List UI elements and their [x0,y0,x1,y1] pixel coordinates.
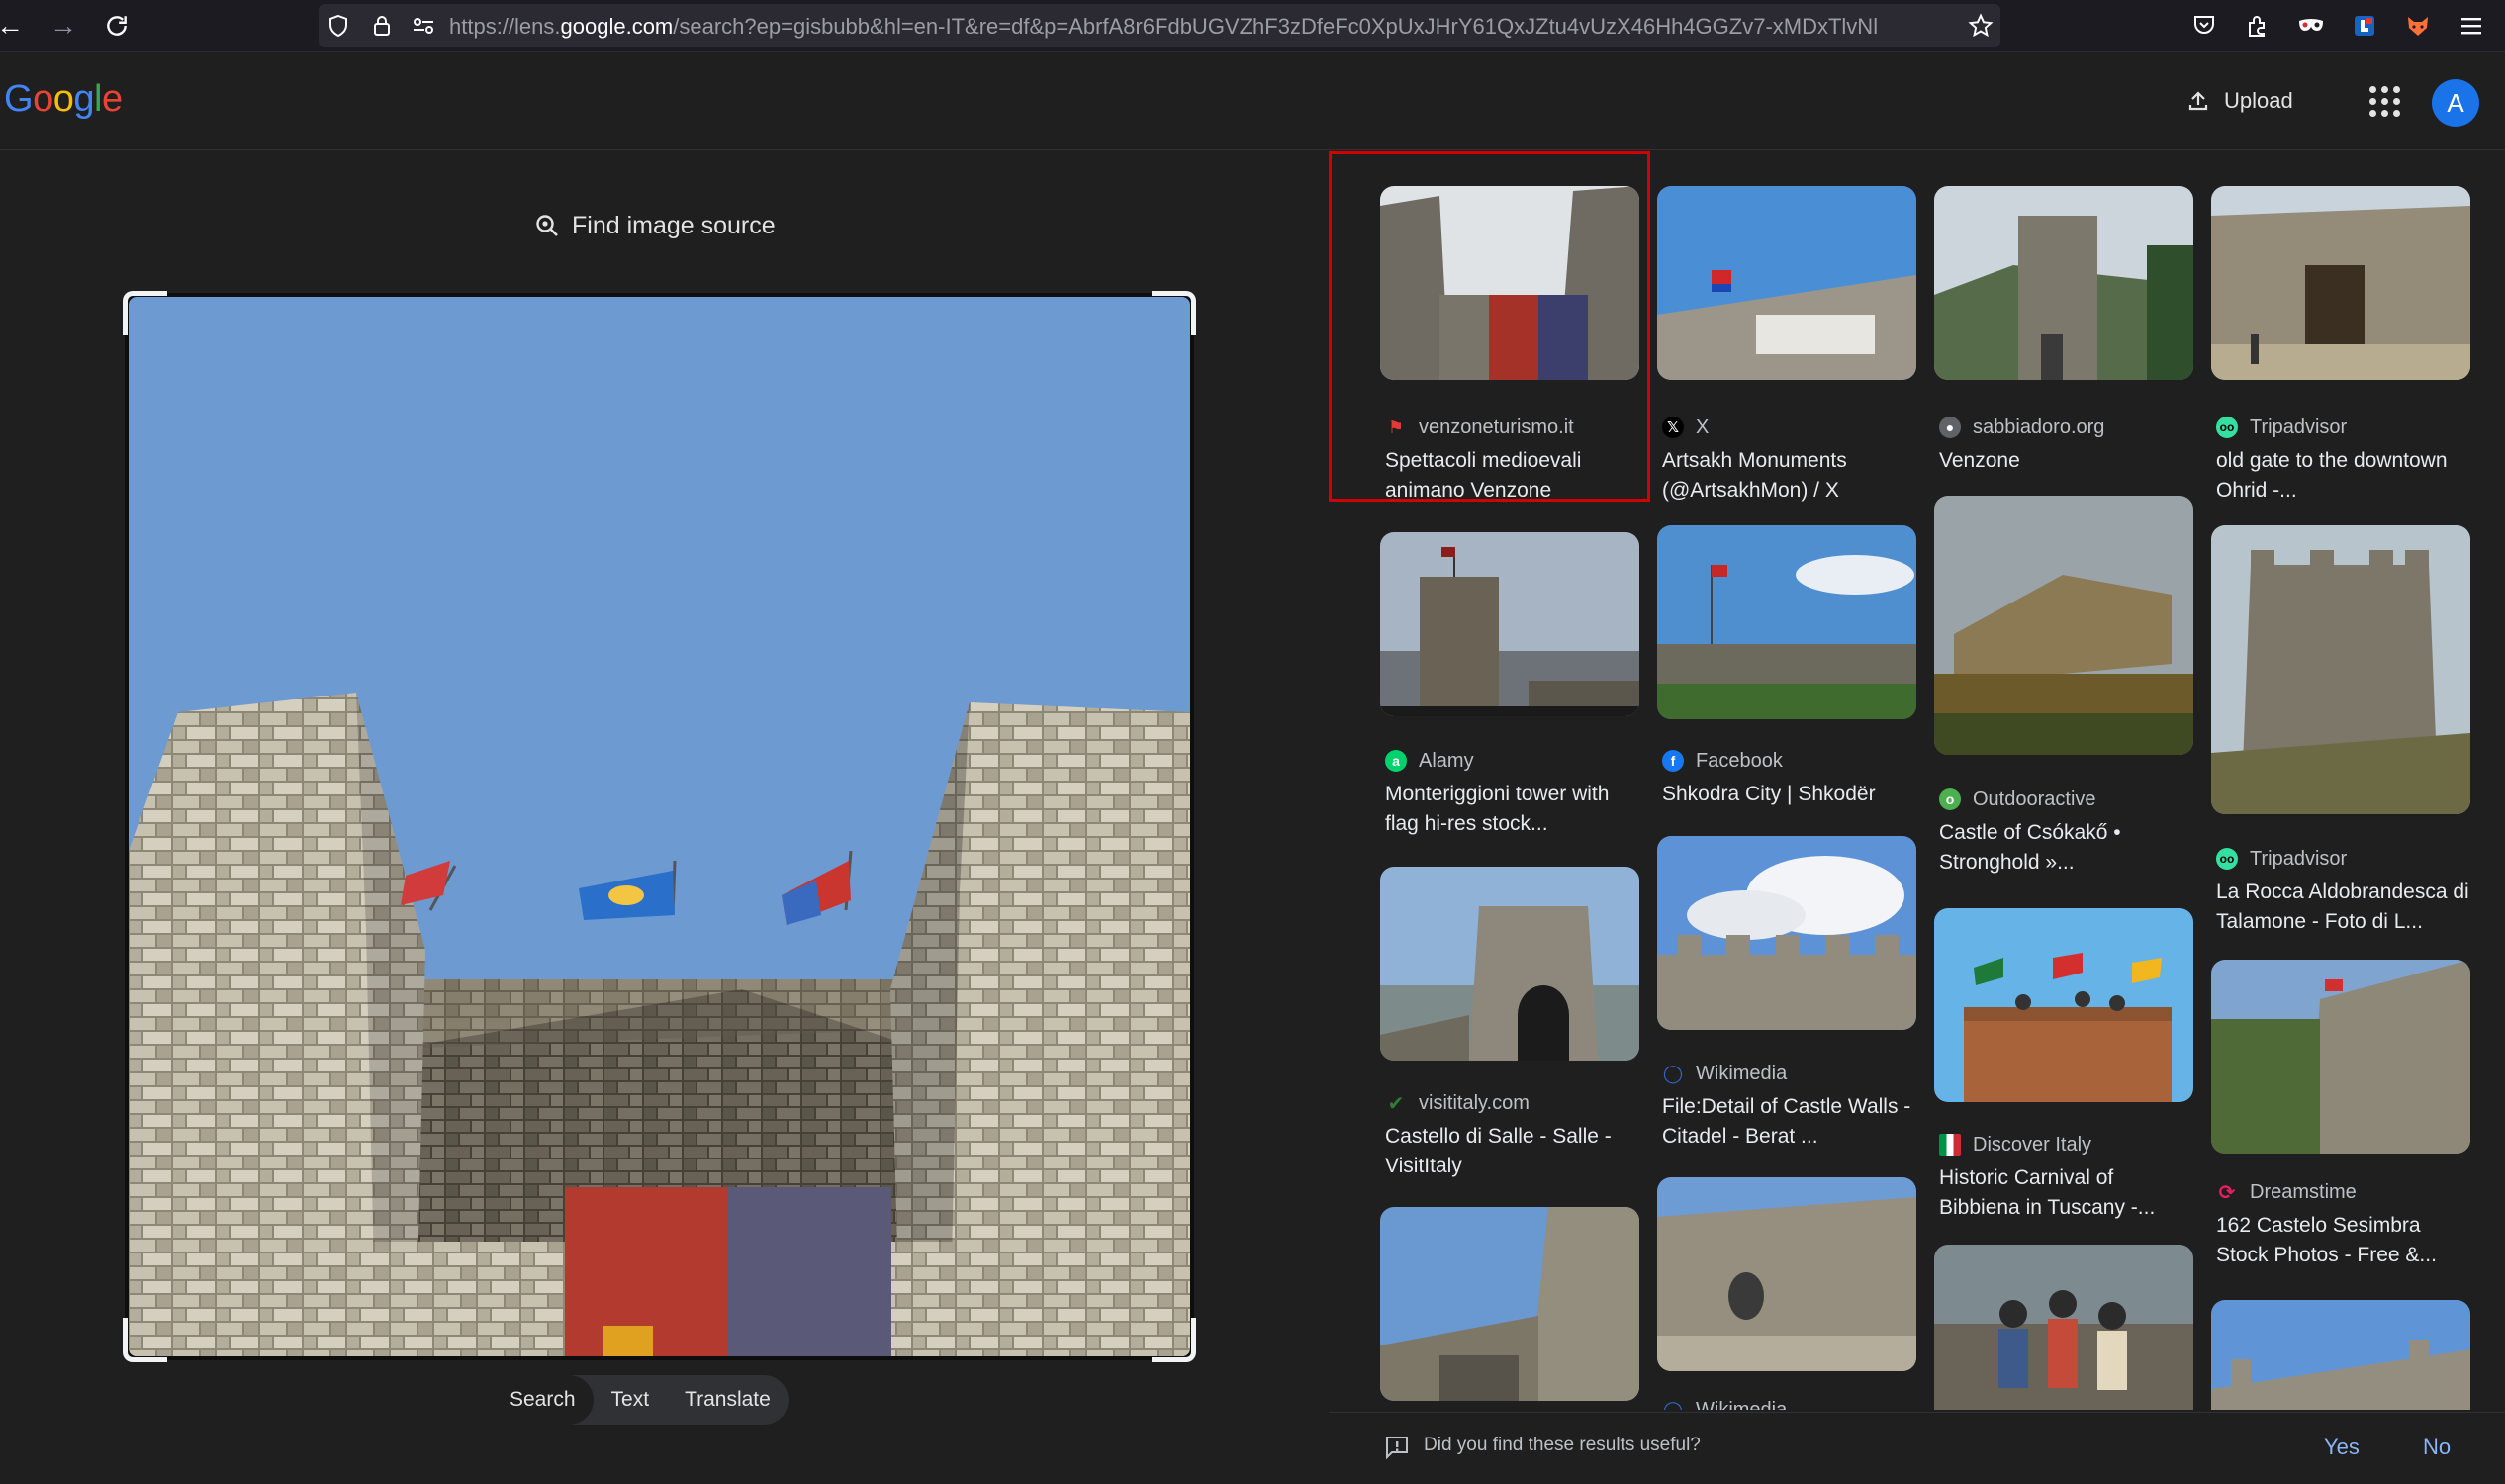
feedback-question: Did you find these results useful? [1424,1435,1701,1455]
result-thumbnail[interactable] [2211,1300,2470,1410]
result-title[interactable]: 162 Castelo Sesimbra Stock Photos - Free… [2216,1211,2469,1270]
reload-icon[interactable] [99,8,135,44]
lens-mode-tabs: Search Text Translate [492,1375,789,1425]
fox-extension-icon[interactable] [2400,8,2436,44]
result-thumbnail[interactable] [1380,1207,1639,1401]
x-favicon-icon: 𝕏 [1662,417,1684,438]
upload-label: Upload [2224,88,2293,113]
result-source: 𝕏X [1662,413,1709,442]
result-thumbnail[interactable] [1934,186,2193,380]
result-title[interactable]: Shkodra City | Shkodër [1662,780,1915,809]
visititaly-favicon-icon: ✔ [1387,1092,1405,1115]
site-permissions-icon[interactable] [408,10,439,42]
selected-result-highlight [1329,151,1650,502]
result-thumbnail[interactable] [1657,186,1916,380]
result-source: a Alamy [1385,746,1474,776]
result-thumbnail[interactable] [2211,186,2470,380]
result-source: ◯ Wikimedia [1662,1395,1787,1411]
crop-handle-top-left[interactable] [123,291,167,335]
result-source: oo Tripadvisor [2216,413,2347,442]
alamy-favicon-icon: a [1385,750,1407,772]
crop-handle-bottom-left[interactable] [123,1318,167,1362]
tripadvisor-owl-favicon-icon: oo [2216,848,2238,870]
url-text[interactable]: https://lens.google.com/search?ep=gisbub… [449,14,1913,40]
outdooractive-favicon-icon: o [1939,788,1961,810]
query-image-panel[interactable] [123,291,1196,1362]
blue-extension-icon[interactable] [2347,8,2382,44]
google-logo[interactable]: Google [4,78,123,121]
shield-icon[interactable] [323,10,354,42]
result-thumbnail[interactable] [2211,960,2470,1154]
result-source: ⟳ Dreamstime [2216,1177,2357,1207]
find-source-label: Find image source [572,211,776,239]
globe-favicon-icon: ● [1939,417,1961,438]
facebook-favicon-icon: f [1662,750,1684,772]
result-title[interactable]: old gate to the downtown Ohrid -... [2216,446,2469,506]
result-thumbnail[interactable] [1934,1245,2193,1410]
result-source: ✔ visititaly.com [1385,1088,1530,1118]
feedback-icon [1386,1437,1408,1460]
feedback-bar: Did you find these results useful? Yes N… [1329,1412,2505,1484]
result-source: Discover Italy [1939,1130,2091,1159]
italy-flag-favicon-icon [1939,1134,1961,1156]
lock-icon[interactable] [366,10,398,42]
find-image-source-button[interactable]: Find image source [534,206,776,245]
tab-search[interactable]: Search [492,1375,594,1425]
result-source: o Outdooractive [1939,785,2096,814]
result-source: oo Tripadvisor [2216,844,2347,874]
tripadvisor-owl-favicon-icon: oo [2216,417,2238,438]
result-title[interactable]: Castle of Csókakő • Stronghold »... [1939,818,2192,878]
extensions-icon[interactable] [2240,8,2275,44]
result-source: f Facebook [1662,746,1783,776]
privacy-mask-icon[interactable] [2293,8,2329,44]
tab-text[interactable]: Text [594,1375,668,1425]
result-title[interactable]: Historic Carnival of Bibbiena in Tuscany… [1939,1163,2192,1223]
result-thumbnail[interactable] [1657,525,1916,719]
menu-hamburger-icon[interactable] [2454,8,2489,44]
upload-button[interactable]: Upload [2175,79,2305,123]
google-apps-icon[interactable] [2364,80,2405,122]
result-source: ● sabbiadoro.org [1939,413,2104,442]
result-source: ◯ Wikimedia [1662,1062,1788,1084]
result-title[interactable]: File:Detail of Castle Walls - Citadel - … [1662,1092,1915,1152]
browser-toolbar: ← → https://lens.google.com/search?ep=gi… [0,0,2505,52]
bookmark-star-icon[interactable] [1965,10,1996,42]
result-title[interactable]: Artsakh Monuments (@ArtsakhMon) / X [1662,446,1915,506]
crop-handle-bottom-right[interactable] [1152,1318,1196,1362]
result-title[interactable]: Monteriggioni tower with flag hi-res sto… [1385,780,1638,839]
result-thumbnail[interactable] [1934,496,2193,755]
feedback-yes-button[interactable]: Yes [2324,1435,2360,1460]
result-title[interactable]: Castello di Salle - Salle - VisitItaly [1385,1122,1638,1181]
result-thumbnail[interactable] [1657,836,1916,1030]
address-bar[interactable]: https://lens.google.com/search?ep=gisbub… [319,4,2000,47]
crop-handle-top-right[interactable] [1152,291,1196,335]
result-thumbnail[interactable] [1934,908,2193,1102]
result-thumbnail[interactable] [2211,525,2470,814]
query-image [129,297,1190,1356]
wikimedia-favicon-icon: ◯ [1662,1399,1684,1411]
tab-translate[interactable]: Translate [667,1375,789,1425]
lens-search-icon [536,215,558,236]
back-arrow-icon[interactable]: ← [0,8,28,44]
avatar[interactable]: A [2432,79,2479,127]
google-header: Google Upload A [0,52,2505,150]
upload-icon [2188,91,2208,111]
dreamstime-favicon-icon: ⟳ [2218,1181,2236,1204]
result-thumbnail[interactable] [1657,1177,1916,1371]
feedback-no-button[interactable]: No [2423,1435,2451,1460]
result-title[interactable]: La Rocca Aldobrandesca di Talamone - Fot… [2216,878,2469,937]
result-thumbnail[interactable] [1380,867,1639,1061]
result-thumbnail[interactable] [1380,532,1639,716]
wikimedia-favicon-icon: ◯ [1662,1063,1684,1083]
forward-arrow-icon[interactable]: → [46,8,81,44]
pocket-icon[interactable] [2186,8,2222,44]
result-title[interactable]: Venzone [1939,446,2192,476]
